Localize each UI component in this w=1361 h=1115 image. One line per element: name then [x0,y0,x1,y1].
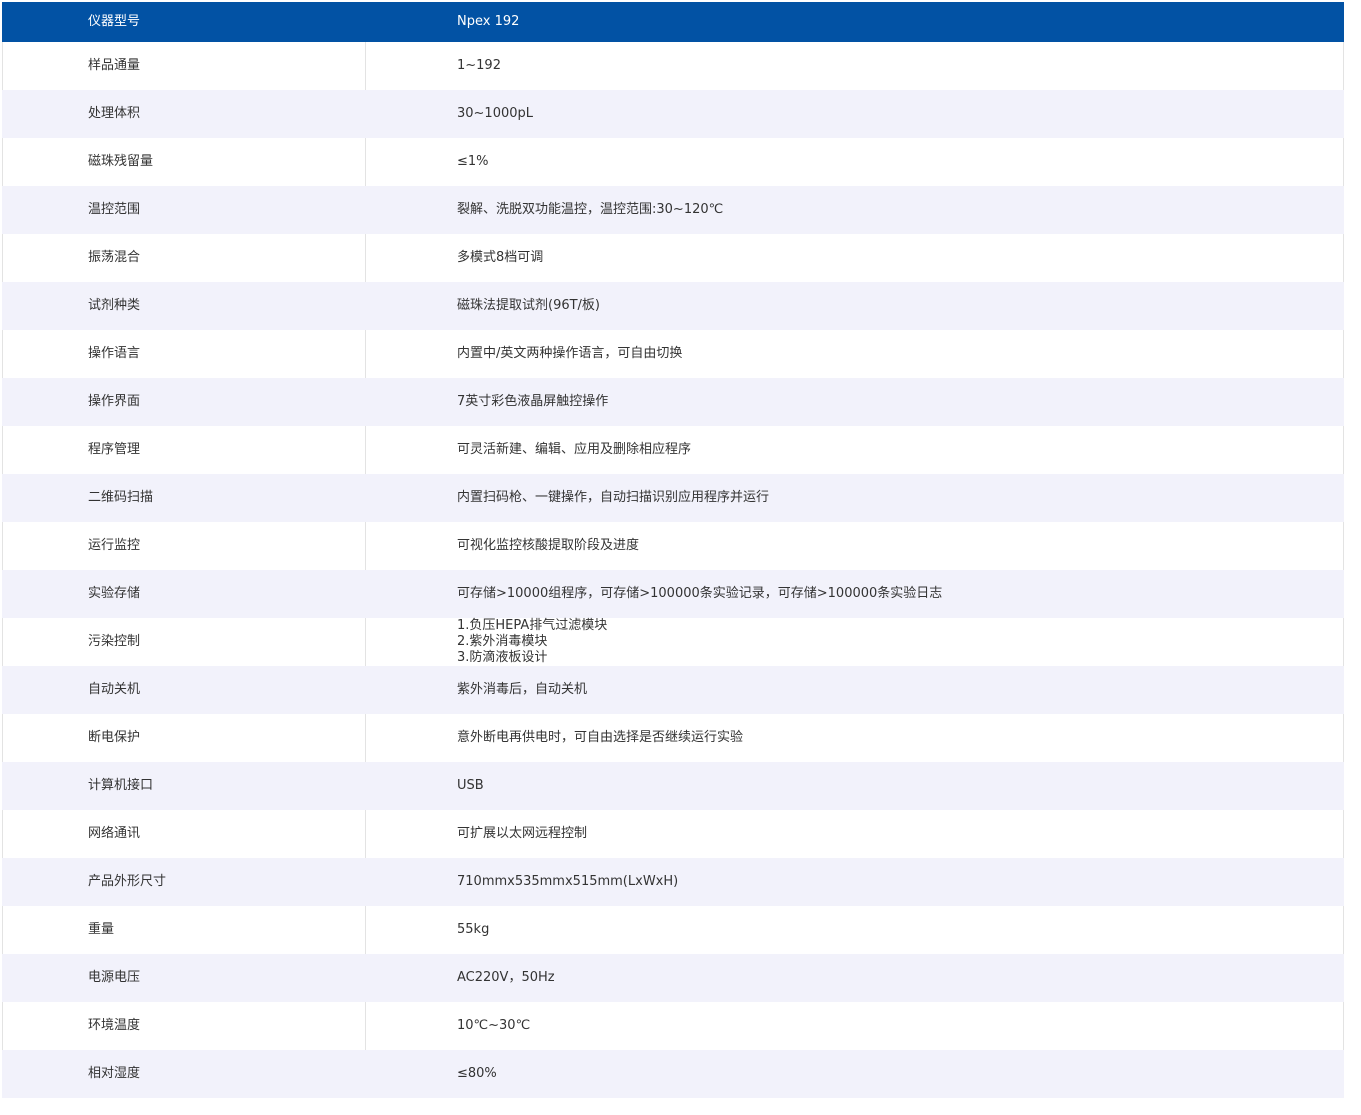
table-row: 自动关机 紫外消毒后，自动关机 [2,666,1344,714]
spec-value-line: 2.紫外消毒模块 [457,634,547,650]
spec-label: 污染控制 [2,618,366,666]
spec-label: 电源电压 [2,954,366,1002]
spec-value: 30~1000pL [366,90,1344,138]
spec-table: 仪器型号 Npex 192 样品通量 1~192 处理体积 30~1000pL … [2,2,1344,1098]
table-row: 试剂种类 磁珠法提取试剂(96T/板) [2,282,1344,330]
spec-label: 样品通量 [2,42,366,90]
table-row: 样品通量 1~192 [2,42,1344,90]
spec-value: USB [366,762,1344,810]
spec-label: 程序管理 [2,426,366,474]
table-row: 重量 55kg [2,906,1344,954]
spec-label: 振荡混合 [2,234,366,282]
table-row: 断电保护 意外断电再供电时，可自由选择是否继续运行实验 [2,714,1344,762]
spec-label: 网络通讯 [2,810,366,858]
spec-label: 相对湿度 [2,1050,366,1098]
table-row: 实验存储 可存储>10000组程序，可存储>100000条实验记录，可存储>10… [2,570,1344,618]
header-model-label: 仪器型号 [2,2,366,42]
table-row: 温控范围 裂解、洗脱双功能温控，温控范围:30~120℃ [2,186,1344,234]
spec-label: 断电保护 [2,714,366,762]
spec-value: 可存储>10000组程序，可存储>100000条实验记录，可存储>100000条… [366,570,1344,618]
table-row: 环境温度 10℃~30℃ [2,1002,1344,1050]
spec-value: 10℃~30℃ [366,1002,1344,1050]
spec-value: 55kg [366,906,1344,954]
spec-value-line: 3.防滴液板设计 [457,650,547,666]
spec-label: 二维码扫描 [2,474,366,522]
spec-label: 磁珠残留量 [2,138,366,186]
table-body: 样品通量 1~192 处理体积 30~1000pL 磁珠残留量 ≤1% 温控范围… [2,42,1344,1098]
spec-value: 1~192 [366,42,1344,90]
table-row: 电源电压 AC220V，50Hz [2,954,1344,1002]
table-row: 二维码扫描 内置扫码枪、一键操作，自动扫描识别应用程序并运行 [2,474,1344,522]
table-row: 网络通讯 可扩展以太网远程控制 [2,810,1344,858]
spec-label: 运行监控 [2,522,366,570]
spec-label: 操作界面 [2,378,366,426]
spec-value: 710mmx535mmx515mm(LxWxH) [366,858,1344,906]
spec-label: 计算机接口 [2,762,366,810]
spec-label: 重量 [2,906,366,954]
table-row: 振荡混合 多模式8档可调 [2,234,1344,282]
spec-value: 可视化监控核酸提取阶段及进度 [366,522,1344,570]
table-row: 计算机接口 USB [2,762,1344,810]
table-row: 相对湿度 ≤80% [2,1050,1344,1098]
spec-value: 内置中/英文两种操作语言，可自由切换 [366,330,1344,378]
spec-value: ≤1% [366,138,1344,186]
table-row: 污染控制 1.负压HEPA排气过滤模块2.紫外消毒模块3.防滴液板设计 [2,618,1344,666]
table-row: 程序管理 可灵活新建、编辑、应用及删除相应程序 [2,426,1344,474]
table-row: 处理体积 30~1000pL [2,90,1344,138]
spec-label: 试剂种类 [2,282,366,330]
table-header-row: 仪器型号 Npex 192 [2,2,1344,42]
header-model-value: Npex 192 [366,2,1344,42]
spec-value: 多模式8档可调 [366,234,1344,282]
spec-value: 裂解、洗脱双功能温控，温控范围:30~120℃ [366,186,1344,234]
spec-value: 7英寸彩色液晶屏触控操作 [366,378,1344,426]
spec-label: 自动关机 [2,666,366,714]
table-row: 磁珠残留量 ≤1% [2,138,1344,186]
table-row: 产品外形尺寸 710mmx535mmx515mm(LxWxH) [2,858,1344,906]
spec-value: 可灵活新建、编辑、应用及删除相应程序 [366,426,1344,474]
spec-label: 温控范围 [2,186,366,234]
spec-label: 操作语言 [2,330,366,378]
spec-value: 磁珠法提取试剂(96T/板) [366,282,1344,330]
spec-value: 可扩展以太网远程控制 [366,810,1344,858]
table-row: 运行监控 可视化监控核酸提取阶段及进度 [2,522,1344,570]
spec-label: 处理体积 [2,90,366,138]
table-row: 操作语言 内置中/英文两种操作语言，可自由切换 [2,330,1344,378]
spec-label: 实验存储 [2,570,366,618]
spec-value: 内置扫码枪、一键操作，自动扫描识别应用程序并运行 [366,474,1344,522]
spec-value: 1.负压HEPA排气过滤模块2.紫外消毒模块3.防滴液板设计 [366,618,1344,666]
spec-value: 意外断电再供电时，可自由选择是否继续运行实验 [366,714,1344,762]
spec-label: 产品外形尺寸 [2,858,366,906]
spec-value: ≤80% [366,1050,1344,1098]
spec-value: AC220V，50Hz [366,954,1344,1002]
spec-value: 紫外消毒后，自动关机 [366,666,1344,714]
spec-label: 环境温度 [2,1002,366,1050]
spec-value-line: 1.负压HEPA排气过滤模块 [457,618,607,634]
table-row: 操作界面 7英寸彩色液晶屏触控操作 [2,378,1344,426]
